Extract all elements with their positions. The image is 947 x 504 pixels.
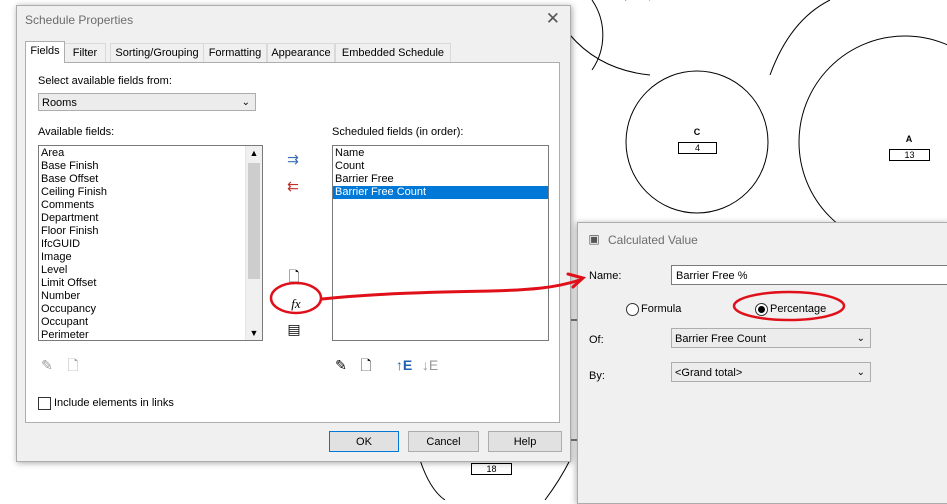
room-arc [769, 0, 831, 76]
schedule-properties-dialog: Schedule Properties ✕ Fields Filter Sort… [16, 5, 571, 462]
tab-embedded-schedule[interactable]: Embedded Schedule [335, 43, 451, 62]
available-fields-label: Available fields: [38, 126, 115, 138]
edit-pencil-icon[interactable]: ✎ [38, 357, 56, 373]
formula-radio[interactable] [626, 303, 639, 316]
close-icon[interactable]: ✕ [546, 9, 560, 29]
formula-label: Formula [641, 303, 682, 315]
list-item[interactable]: Limit Offset [39, 277, 262, 290]
chevron-down-icon: ⌄ [241, 97, 250, 108]
list-item[interactable]: Base Finish [39, 160, 262, 173]
tab-filter[interactable]: Filter [64, 43, 106, 62]
list-item[interactable]: Count [333, 160, 548, 173]
list-item[interactable]: Comments [39, 199, 262, 212]
scheduled-fields-label: Scheduled fields (in order): [332, 126, 464, 138]
room-circle [591, 0, 604, 71]
combine-parameters-icon[interactable]: ▤ [285, 321, 303, 337]
list-item[interactable]: Occupant [39, 316, 262, 329]
room-number-tag: 13 [889, 149, 930, 161]
of-select-value: Barrier Free Count [675, 333, 767, 345]
dialog-title: Schedule Properties [25, 13, 134, 27]
tab-appearance[interactable]: Appearance [267, 43, 335, 62]
scroll-down-icon[interactable]: ▼ [246, 326, 262, 340]
name-label: Name: [589, 270, 622, 282]
move-up-icon[interactable]: ↑E [394, 357, 414, 373]
room-circle [798, 35, 947, 249]
list-item[interactable]: Perimeter [39, 329, 262, 340]
list-item[interactable]: Image [39, 251, 262, 264]
new-parameter-icon[interactable]: 🗋 [285, 268, 303, 284]
room-number-tag: 4 [678, 142, 717, 154]
percentage-radio[interactable] [755, 303, 768, 316]
room-arc [569, 34, 651, 76]
list-item[interactable]: Base Offset [39, 173, 262, 186]
category-select-value: Rooms [42, 97, 77, 109]
list-item[interactable]: IfcGUID [39, 238, 262, 251]
of-label: Of: [589, 334, 604, 346]
add-field-icon[interactable]: ⇉ [283, 151, 303, 167]
dialog-title: Calculated Value [608, 233, 698, 247]
list-item[interactable]: Level [39, 264, 262, 277]
tab-formatting[interactable]: Formatting [203, 43, 267, 62]
scheduled-fields-list[interactable]: Name Count Barrier Free Barrier Free Cou… [332, 145, 549, 341]
calculated-value-dialog: ▣ Calculated Value Name: Barrier Free % … [577, 222, 947, 504]
room-name: A [905, 134, 913, 144]
name-field[interactable]: Barrier Free % [671, 265, 947, 285]
remove-field-icon[interactable]: ⇇ [283, 178, 303, 194]
list-item[interactable]: Floor Finish [39, 225, 262, 238]
edit-pencil-icon[interactable]: ✎ [332, 357, 350, 373]
list-item[interactable]: Barrier Free [333, 173, 548, 186]
dialog-app-icon: ▣ [588, 232, 600, 246]
list-item[interactable]: Ceiling Finish [39, 186, 262, 199]
calculated-value-icon[interactable]: fx [287, 296, 305, 312]
list-item[interactable]: Name [333, 147, 548, 160]
list-item[interactable]: Department [39, 212, 262, 225]
chevron-down-icon: ⌄ [856, 367, 865, 378]
chevron-down-icon: ⌄ [856, 333, 865, 344]
room-name: C [693, 127, 701, 137]
ok-button[interactable]: OK [329, 431, 399, 452]
move-down-icon[interactable]: ↓E [420, 357, 440, 373]
by-select[interactable]: <Grand total> ⌄ [671, 362, 871, 382]
list-item[interactable]: Area [39, 147, 262, 160]
scroll-up-icon[interactable]: ▲ [246, 146, 262, 160]
cancel-button[interactable]: Cancel [408, 431, 479, 452]
include-links-label: Include elements in links [54, 397, 174, 409]
room-number-tag: 18 [471, 463, 512, 475]
of-select[interactable]: Barrier Free Count ⌄ [671, 328, 871, 348]
select-from-label: Select available fields from: [38, 75, 172, 87]
room-arc [544, 459, 571, 500]
list-item[interactable]: Occupancy [39, 303, 262, 316]
include-links-checkbox[interactable] [38, 397, 51, 410]
scrollbar-thumb[interactable] [248, 163, 260, 279]
vertical-scrollbar[interactable]: ▲ ▼ [245, 146, 262, 340]
category-select[interactable]: Rooms ⌄ [38, 93, 256, 111]
delete-parameter-icon[interactable]: 🗋 [357, 357, 375, 373]
tab-sorting-grouping[interactable]: Sorting/Grouping [110, 43, 204, 62]
room-arc [419, 459, 446, 500]
tab-fields[interactable]: Fields [25, 41, 65, 63]
list-item[interactable]: Number [39, 290, 262, 303]
list-item-selected[interactable]: Barrier Free Count [333, 186, 548, 199]
help-button[interactable]: Help [488, 431, 562, 452]
delete-parameter-icon[interactable]: 🗋 [64, 357, 82, 373]
by-label: By: [589, 370, 605, 382]
fields-tab-panel: Select available fields from: Rooms ⌄ Av… [25, 62, 560, 423]
available-fields-list[interactable]: Area Base Finish Base Offset Ceiling Fin… [38, 145, 263, 341]
by-select-value: <Grand total> [675, 367, 743, 379]
percentage-label: Percentage [770, 303, 827, 315]
